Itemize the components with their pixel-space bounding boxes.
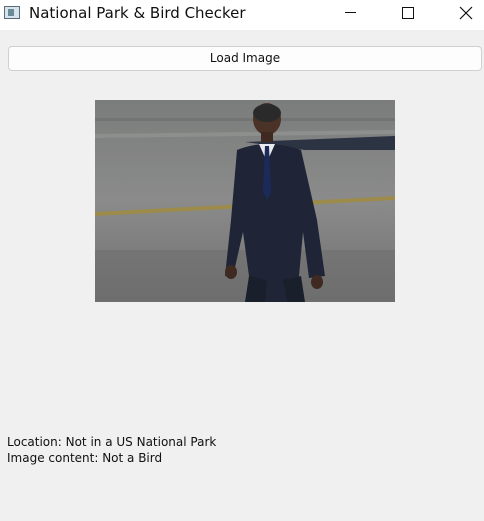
- title-bar[interactable]: National Park & Bird Checker: [0, 0, 484, 30]
- maximize-button[interactable]: [384, 0, 430, 30]
- maximize-icon: [402, 7, 414, 19]
- close-icon: [459, 6, 473, 20]
- window-title: National Park & Bird Checker: [29, 4, 246, 22]
- minimize-icon: [345, 12, 356, 13]
- image-content-result: Image content: Not a Bird: [7, 451, 163, 465]
- minimize-button[interactable]: [326, 0, 372, 30]
- close-button[interactable]: [443, 0, 484, 30]
- loaded-photo: [95, 100, 395, 302]
- location-result: Location: Not in a US National Park: [7, 435, 217, 449]
- app-window-icon: [4, 6, 20, 19]
- app-window: National Park & Bird Checker Load Image: [0, 0, 484, 521]
- load-image-button[interactable]: Load Image: [8, 46, 482, 71]
- image-preview: [95, 100, 395, 302]
